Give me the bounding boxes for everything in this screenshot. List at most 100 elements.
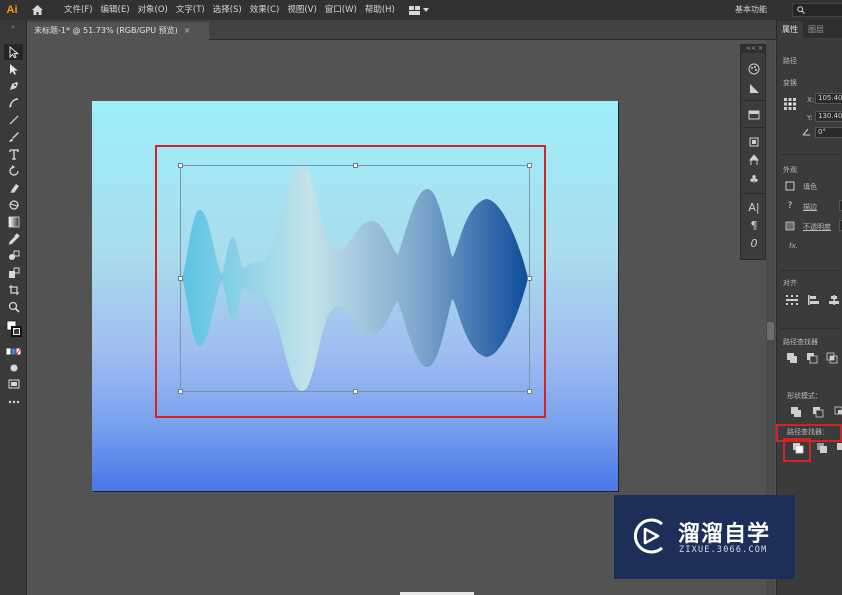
illustrator-window: Ai 文件(F) 编辑(E) 对象(O) 文字(T) 选择(S) 效果(C) 视…	[0, 0, 842, 595]
color-guide-icon[interactable]	[745, 80, 763, 96]
toolbar-grip-icon[interactable]: »	[0, 20, 26, 34]
rotate-tool-icon[interactable]	[4, 163, 23, 179]
gradient-tool-icon[interactable]	[4, 214, 23, 230]
align-to-selection-icon[interactable]	[785, 294, 799, 306]
section-pathfinder-label: 路径查找器	[783, 338, 818, 346]
stroke-panel-icon[interactable]	[745, 107, 763, 123]
watermark-url: ZIXUE.3066.COM	[679, 545, 768, 555]
paintbrush-tool-icon[interactable]	[4, 129, 23, 145]
artboard-tool-icon[interactable]	[4, 282, 23, 298]
divide-button-highlight-box	[783, 438, 811, 462]
search-icon	[797, 6, 805, 14]
direct-selection-tool-icon[interactable]	[4, 61, 23, 77]
menu-object[interactable]: 对象(O)	[134, 0, 172, 20]
section-appearance-label: 外观	[783, 166, 797, 174]
fill-icon	[783, 180, 797, 192]
menu-type[interactable]: 文字(T)	[172, 0, 209, 20]
align-left-icon[interactable]	[807, 294, 821, 306]
symbol-sprayer-tool-icon[interactable]	[4, 265, 23, 281]
menu-bar: Ai 文件(F) 编辑(E) 对象(O) 文字(T) 选择(S) 效果(C) 视…	[0, 0, 842, 20]
pen-tool-icon[interactable]	[4, 78, 23, 94]
align-center-icon[interactable]	[827, 294, 841, 306]
menu-file[interactable]: 文件(F)	[60, 0, 97, 20]
menu-select[interactable]: 选择(S)	[209, 0, 246, 20]
workspace-switcher[interactable]: 基本功能	[735, 0, 767, 20]
curvature-tool-icon[interactable]	[4, 95, 23, 111]
pathfinder-unite-icon[interactable]	[785, 352, 799, 364]
draw-mode-icon[interactable]	[4, 360, 23, 376]
paragraph-panel-icon[interactable]: ¶	[745, 217, 763, 233]
resize-handle-right[interactable]	[527, 276, 532, 281]
opacity-label[interactable]: 不透明度	[803, 222, 831, 232]
resize-handle-top-left[interactable]	[178, 163, 183, 168]
line-tool-icon[interactable]	[4, 112, 23, 128]
stroke-label[interactable]: 描边	[803, 202, 817, 212]
menu-list: 文件(F) 编辑(E) 对象(O) 文字(T) 选择(S) 效果(C) 视图(V…	[60, 0, 399, 20]
reference-point-icon[interactable]	[783, 98, 797, 110]
symbols-panel-icon[interactable]	[745, 152, 763, 168]
screen-mode-icon[interactable]	[4, 376, 23, 392]
section-align-label: 对齐	[783, 279, 797, 287]
resize-handle-top-right[interactable]	[527, 163, 532, 168]
fill-label: 填色	[803, 183, 817, 191]
document-tab-bar: 未标题-1* @ 51.73% (RGB/GPU 预览) ×	[27, 20, 776, 40]
dock-collapse-button[interactable]: << ×	[741, 45, 765, 53]
character-panel-icon[interactable]: A|	[745, 199, 763, 215]
blend-tool-icon[interactable]	[4, 248, 23, 264]
x-coordinate-field[interactable]: 105.40	[815, 93, 842, 104]
brushes-panel-icon[interactable]	[745, 134, 763, 150]
opentype-panel-icon[interactable]: 0	[745, 235, 763, 251]
selection-tool-icon[interactable]	[4, 44, 23, 60]
fill-stroke-swatch-icon[interactable]	[4, 318, 23, 340]
shape-modes-label: 形状模式：	[787, 392, 822, 400]
shape-mode-minus-front-icon[interactable]	[811, 406, 825, 418]
menu-help[interactable]: 帮助(H)	[361, 0, 399, 20]
shape-mode-intersect-icon[interactable]	[833, 406, 842, 418]
tab-close-icon[interactable]: ×	[184, 26, 191, 35]
pathfinder-minus-front-icon[interactable]	[805, 352, 819, 364]
menu-effect[interactable]: 效果(C)	[246, 0, 284, 20]
section-path-label: 路径	[783, 57, 797, 65]
y-coordinate-field[interactable]: 130.40	[815, 111, 842, 122]
resize-handle-top[interactable]	[353, 163, 358, 168]
more-tools-icon[interactable]	[4, 394, 23, 410]
stroke-question-icon: ?	[787, 201, 793, 211]
menu-window[interactable]: 窗口(W)	[321, 0, 361, 20]
club-symbol-icon[interactable]: ♣	[745, 171, 763, 187]
pathfinder-trim-icon[interactable]	[815, 442, 829, 454]
color-panel-icon[interactable]	[745, 61, 763, 77]
fx-effects-button[interactable]: fx.	[789, 242, 798, 250]
home-icon[interactable]	[26, 0, 48, 20]
pathfinder-intersect-icon[interactable]	[825, 352, 839, 364]
document-tab-title: 未标题-1* @ 51.73% (RGB/GPU 预览)	[34, 26, 178, 35]
menu-edit[interactable]: 编辑(E)	[97, 0, 134, 20]
rotate-angle-field[interactable]: 0°	[815, 127, 842, 138]
y-label: Y:	[807, 114, 813, 122]
pathfinder-merge-icon[interactable]	[835, 442, 842, 454]
document-tab[interactable]: 未标题-1* @ 51.73% (RGB/GPU 预览) ×	[27, 22, 209, 40]
tools-panel: »	[0, 20, 27, 595]
tab-properties[interactable]: 属性	[777, 21, 803, 38]
zoom-tool-icon[interactable]	[4, 299, 23, 315]
section-transform-label: 变换	[783, 79, 797, 87]
watermark: 溜溜自学 ZIXUE.3066.COM	[614, 495, 795, 579]
shape-mode-unite-icon[interactable]	[789, 406, 803, 418]
play-logo-icon	[633, 518, 663, 554]
search-field[interactable]	[792, 3, 842, 17]
resize-handle-left[interactable]	[178, 276, 183, 281]
type-tool-icon[interactable]	[4, 146, 23, 162]
eraser-tool-icon[interactable]	[4, 180, 23, 196]
color-mode-icon[interactable]	[4, 344, 23, 360]
panel-tab-bar: 属性 图层	[777, 20, 842, 38]
eyedropper-tool-icon[interactable]	[4, 231, 23, 247]
resize-handle-bottom-right[interactable]	[527, 389, 532, 394]
tab-layers[interactable]: 图层	[803, 21, 829, 38]
resize-handle-bottom-left[interactable]	[178, 389, 183, 394]
scrollbar-thumb[interactable]	[767, 322, 774, 340]
menu-view[interactable]: 视图(V)	[283, 0, 320, 20]
collapsed-panels-dock: << × ♣ A| ¶ 0	[740, 44, 766, 260]
warp-tool-icon[interactable]	[4, 197, 23, 213]
resize-handle-bottom[interactable]	[353, 389, 358, 394]
arrange-documents-icon[interactable]	[408, 5, 429, 15]
x-label: X:	[807, 96, 815, 104]
